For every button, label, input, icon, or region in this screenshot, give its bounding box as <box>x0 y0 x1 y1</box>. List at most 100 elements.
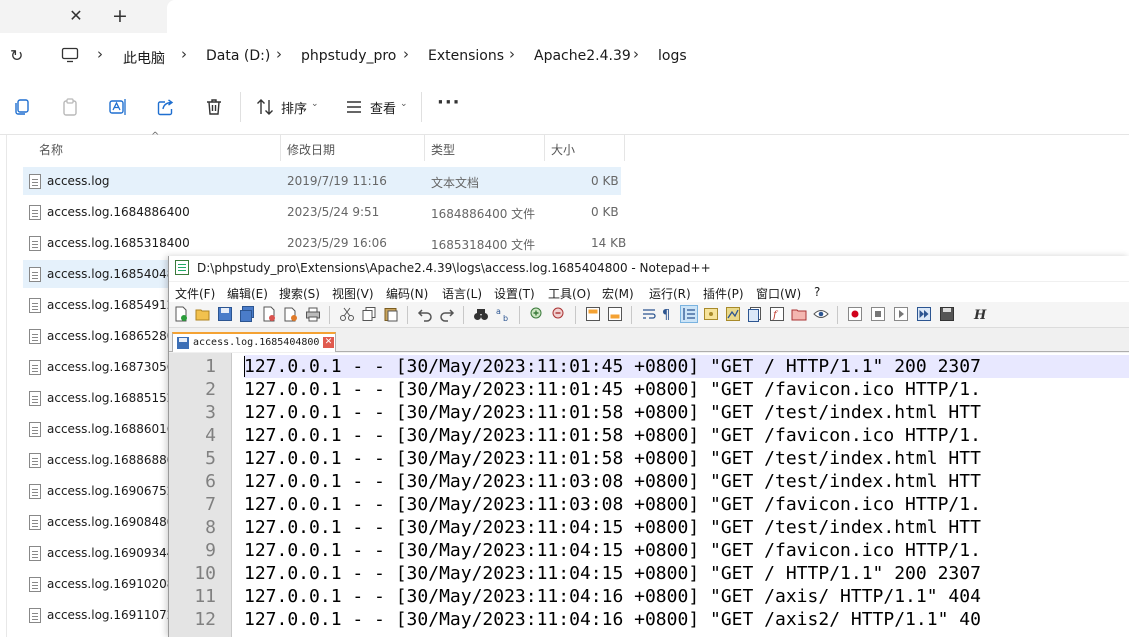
breadcrumb-item[interactable]: 此电脑 <box>123 48 165 68</box>
find-icon[interactable] <box>473 306 489 322</box>
file-type: 1685318400 文件 <box>431 238 536 252</box>
cut-icon[interactable] <box>339 306 355 322</box>
text-editor[interactable]: 1 127.0.0.1 - - [30/May/2023:11:01:45 +0… <box>169 353 1129 637</box>
view-icon[interactable] <box>344 97 364 117</box>
stop-macro-icon[interactable] <box>870 306 886 322</box>
line-number: 6 <box>205 471 216 492</box>
open-file-icon[interactable] <box>195 306 211 322</box>
command-bar: 排序 ⌄ 查看 ⌄ ··· <box>0 80 1129 135</box>
folder-workspace-icon[interactable] <box>791 306 807 322</box>
delete-icon[interactable] <box>204 97 224 117</box>
file-row[interactable]: access.log 2019/7/19 11:16 文本文档 0 KB <box>23 167 621 195</box>
menu-macro[interactable]: 宏(M) <box>602 285 634 302</box>
breadcrumb-item[interactable]: phpstudy_pro <box>301 48 396 64</box>
print-icon[interactable] <box>305 306 321 322</box>
menu-edit[interactable]: 编辑(E) <box>227 285 268 302</box>
function-list-icon[interactable]: f <box>769 306 785 322</box>
share-icon[interactable] <box>156 97 176 117</box>
breadcrumb-item[interactable]: Extensions <box>428 48 504 64</box>
close-all-icon[interactable] <box>283 306 299 322</box>
monitoring-icon[interactable] <box>813 306 829 322</box>
active-tab <box>167 0 1129 33</box>
column-divider[interactable] <box>544 135 545 161</box>
menu-encoding[interactable]: 编码(N) <box>386 285 428 302</box>
chevron-down-icon[interactable]: ⌄ <box>400 99 408 109</box>
chevron-right-icon[interactable]: › <box>509 45 515 63</box>
code-line: 127.0.0.1 - - [30/May/2023:11:03:08 +080… <box>244 471 981 492</box>
column-header-type[interactable]: 类型 <box>431 141 455 158</box>
word-wrap-icon[interactable] <box>641 306 657 322</box>
user-language-icon[interactable] <box>703 306 719 322</box>
sort-button-label[interactable]: 排序 <box>281 98 307 117</box>
file-icon <box>29 515 41 530</box>
document-tab[interactable]: access.log.1685404800 ✕ <box>172 332 336 352</box>
notepad-title-bar[interactable]: D:\phpstudy_pro\Extensions\Apache2.4.39\… <box>169 256 1129 281</box>
column-header-name[interactable]: 名称 <box>39 141 63 158</box>
hex-editor-icon[interactable]: H <box>972 306 988 322</box>
refresh-icon[interactable]: ↻ <box>10 46 23 65</box>
menu-plugins[interactable]: 插件(P) <box>703 285 744 302</box>
save-macro-icon[interactable] <box>939 306 955 322</box>
computer-icon[interactable] <box>61 47 79 63</box>
play-macro-icon[interactable] <box>893 306 909 322</box>
replace-icon[interactable]: ab <box>495 306 511 322</box>
save-icon[interactable] <box>217 306 233 322</box>
menu-search[interactable]: 搜索(S) <box>279 285 320 302</box>
chevron-right-icon[interactable]: › <box>97 45 103 63</box>
doc-list-icon[interactable] <box>747 306 763 322</box>
menu-help[interactable]: ? <box>814 285 820 299</box>
record-macro-icon[interactable] <box>847 306 863 322</box>
copy-icon[interactable] <box>12 97 32 117</box>
column-header-date[interactable]: 修改日期 <box>287 141 335 158</box>
file-row[interactable]: access.log.1685318400 2023/5/29 16:06 16… <box>23 229 626 257</box>
file-type: 文本文档 <box>431 176 480 190</box>
more-options-icon[interactable]: ··· <box>437 92 461 113</box>
close-file-icon[interactable] <box>261 306 277 322</box>
menu-run[interactable]: 运行(R) <box>649 285 691 302</box>
column-divider[interactable] <box>424 135 425 161</box>
new-tab-icon[interactable]: + <box>110 5 130 27</box>
doc-map-icon[interactable] <box>725 306 741 322</box>
toolbar-separator <box>407 306 408 324</box>
column-divider[interactable] <box>280 135 281 161</box>
menu-file[interactable]: 文件(F) <box>175 285 215 302</box>
zoom-in-icon[interactable] <box>529 306 545 322</box>
menu-view[interactable]: 视图(V) <box>332 285 374 302</box>
menu-settings[interactable]: 设置(T) <box>494 285 535 302</box>
sort-icon[interactable] <box>255 97 275 117</box>
menu-window[interactable]: 窗口(W) <box>756 285 801 302</box>
paste-icon[interactable] <box>60 97 80 117</box>
sync-horizontal-icon[interactable] <box>607 306 623 322</box>
file-name: access.log.16854912 <box>47 298 175 312</box>
paste-icon[interactable] <box>383 306 399 322</box>
save-all-icon[interactable] <box>239 306 255 322</box>
rename-icon[interactable] <box>108 97 128 117</box>
sync-vertical-icon[interactable] <box>585 306 601 322</box>
file-size: 14 KB <box>591 236 627 250</box>
chevron-right-icon[interactable]: › <box>276 45 282 63</box>
breadcrumb-item[interactable]: Data (D:) <box>206 48 270 64</box>
zoom-out-icon[interactable] <box>551 306 567 322</box>
new-file-icon[interactable] <box>173 306 189 322</box>
undo-icon[interactable] <box>417 306 433 322</box>
line-number: 2 <box>205 379 216 400</box>
column-header-size[interactable]: 大小 <box>551 141 575 158</box>
view-button-label[interactable]: 查看 <box>370 98 396 117</box>
menu-language[interactable]: 语言(L) <box>442 285 482 302</box>
file-row[interactable]: access.log.1684886400 2023/5/24 9:51 168… <box>23 198 621 226</box>
chevron-right-icon[interactable]: › <box>181 45 187 63</box>
column-divider[interactable] <box>624 135 625 161</box>
chevron-right-icon[interactable]: › <box>633 45 639 63</box>
menu-tools[interactable]: 工具(O) <box>548 285 591 302</box>
chevron-right-icon[interactable]: › <box>403 45 409 63</box>
indent-guide-icon[interactable] <box>680 305 698 323</box>
redo-icon[interactable] <box>439 306 455 322</box>
copy-icon[interactable] <box>361 306 377 322</box>
run-macro-multiple-icon[interactable] <box>916 306 932 322</box>
close-tab-icon[interactable]: ✕ <box>66 6 86 26</box>
close-tab-icon[interactable]: ✕ <box>323 337 334 348</box>
breadcrumb-item[interactable]: Apache2.4.39 <box>534 48 631 64</box>
breadcrumb-item[interactable]: logs <box>658 48 687 64</box>
show-all-characters-icon[interactable]: ¶ <box>659 306 675 322</box>
chevron-down-icon[interactable]: ⌄ <box>311 99 319 109</box>
